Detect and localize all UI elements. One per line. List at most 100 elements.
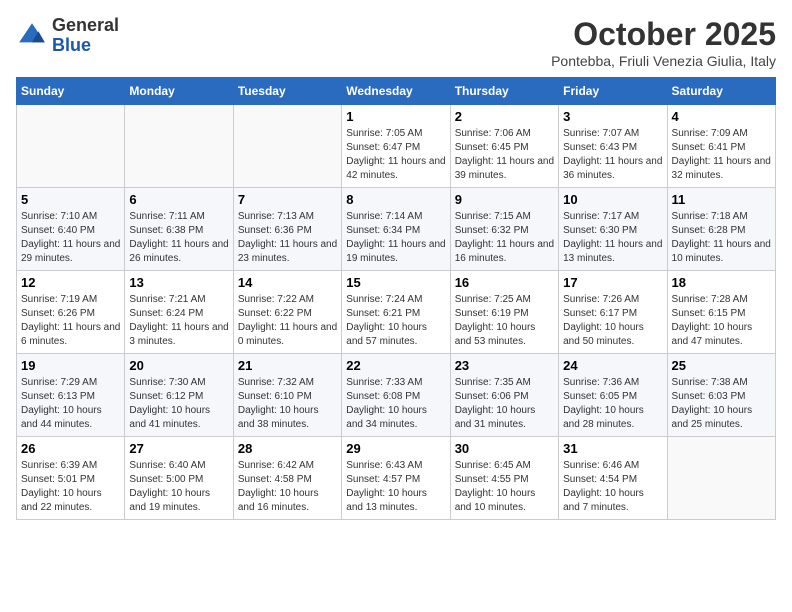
weekday-header-row: SundayMondayTuesdayWednesdayThursdayFrid…: [17, 78, 776, 105]
day-number: 28: [238, 441, 337, 456]
day-info: Sunrise: 7:30 AM Sunset: 6:12 PM Dayligh…: [129, 376, 228, 432]
calendar-week-row: 19 Sunrise: 7:29 AM Sunset: 6:13 PM Dayli…: [17, 354, 776, 437]
page-header: General Blue October 2025 Pontebba, Friu…: [16, 16, 776, 69]
day-info: Sunrise: 7:38 AM Sunset: 6:03 PM Dayligh…: [672, 376, 771, 432]
day-number: 14: [238, 275, 337, 290]
calendar-cell: 2 Sunrise: 7:06 AM Sunset: 6:45 PM Daylig…: [450, 105, 558, 188]
calendar-cell: 29 Sunrise: 6:43 AM Sunset: 4:57 PM Dayli…: [342, 437, 450, 520]
calendar-cell: 23 Sunrise: 7:35 AM Sunset: 6:06 PM Dayli…: [450, 354, 558, 437]
calendar-cell: 13 Sunrise: 7:21 AM Sunset: 6:24 PM Dayli…: [125, 271, 233, 354]
day-info: Sunrise: 6:39 AM Sunset: 5:01 PM Dayligh…: [21, 459, 120, 515]
calendar-cell: 16Sunrise: 7:25 AM Sunset: 6:19 PM Dayli…: [450, 271, 558, 354]
day-number: 17: [563, 275, 662, 290]
calendar-cell: 26 Sunrise: 6:39 AM Sunset: 5:01 PM Dayli…: [17, 437, 125, 520]
calendar-week-row: 1 Sunrise: 7:05 AM Sunset: 6:47 PM Daylig…: [17, 105, 776, 188]
day-info: Sunrise: 7:17 AM Sunset: 6:30 PM Dayligh…: [563, 210, 662, 266]
day-info: Sunrise: 7:21 AM Sunset: 6:24 PM Dayligh…: [129, 293, 228, 349]
calendar-cell: [17, 105, 125, 188]
weekday-header-wednesday: Wednesday: [342, 78, 450, 105]
day-number: 5: [21, 192, 120, 207]
weekday-header-thursday: Thursday: [450, 78, 558, 105]
logo-general: General: [52, 16, 119, 36]
calendar-cell: 17 Sunrise: 7:26 AM Sunset: 6:17 PM Dayli…: [559, 271, 667, 354]
calendar-cell: 24 Sunrise: 7:36 AM Sunset: 6:05 PM Dayli…: [559, 354, 667, 437]
day-number: 26: [21, 441, 120, 456]
day-info: Sunrise: 7:09 AM Sunset: 6:41 PM Dayligh…: [672, 127, 771, 183]
calendar-cell: 28 Sunrise: 6:42 AM Sunset: 4:58 PM Dayli…: [233, 437, 341, 520]
calendar-cell: 1 Sunrise: 7:05 AM Sunset: 6:47 PM Daylig…: [342, 105, 450, 188]
day-info: Sunrise: 7:28 AM Sunset: 6:15 PM Dayligh…: [672, 293, 771, 349]
calendar-cell: 19 Sunrise: 7:29 AM Sunset: 6:13 PM Dayli…: [17, 354, 125, 437]
logo-icon: [16, 20, 48, 52]
day-info: Sunrise: 7:15 AM Sunset: 6:32 PM Dayligh…: [455, 210, 554, 266]
title-block: October 2025 Pontebba, Friuli Venezia Gi…: [551, 16, 776, 69]
calendar-cell: 18 Sunrise: 7:28 AM Sunset: 6:15 PM Dayli…: [667, 271, 775, 354]
day-number: 9: [455, 192, 554, 207]
day-number: 19: [21, 358, 120, 373]
weekday-header-tuesday: Tuesday: [233, 78, 341, 105]
day-number: 1: [346, 109, 445, 124]
day-number: 21: [238, 358, 337, 373]
day-info: Sunrise: 7:19 AM Sunset: 6:26 PM Dayligh…: [21, 293, 120, 349]
calendar-cell: [233, 105, 341, 188]
day-number: 25: [672, 358, 771, 373]
calendar-cell: 8Sunrise: 7:14 AM Sunset: 6:34 PM Daylig…: [342, 188, 450, 271]
calendar-cell: 25 Sunrise: 7:38 AM Sunset: 6:03 PM Dayli…: [667, 354, 775, 437]
day-number: 2: [455, 109, 554, 124]
calendar-cell: 15Sunrise: 7:24 AM Sunset: 6:21 PM Dayli…: [342, 271, 450, 354]
day-number: 11: [672, 192, 771, 207]
day-number: 3: [563, 109, 662, 124]
day-info: Sunrise: 6:45 AM Sunset: 4:55 PM Dayligh…: [455, 459, 554, 515]
day-number: 18: [672, 275, 771, 290]
calendar-cell: 7Sunrise: 7:13 AM Sunset: 6:36 PM Daylig…: [233, 188, 341, 271]
day-number: 13: [129, 275, 228, 290]
day-number: 31: [563, 441, 662, 456]
day-number: 10: [563, 192, 662, 207]
weekday-header-monday: Monday: [125, 78, 233, 105]
day-number: 4: [672, 109, 771, 124]
calendar-cell: 12 Sunrise: 7:19 AM Sunset: 6:26 PM Dayli…: [17, 271, 125, 354]
month-title: October 2025: [551, 16, 776, 53]
day-info: Sunrise: 6:40 AM Sunset: 5:00 PM Dayligh…: [129, 459, 228, 515]
location: Pontebba, Friuli Venezia Giulia, Italy: [551, 53, 776, 69]
calendar-week-row: 5 Sunrise: 7:10 AM Sunset: 6:40 PM Daylig…: [17, 188, 776, 271]
day-info: Sunrise: 7:14 AM Sunset: 6:34 PM Dayligh…: [346, 210, 445, 266]
calendar-cell: 5 Sunrise: 7:10 AM Sunset: 6:40 PM Daylig…: [17, 188, 125, 271]
day-info: Sunrise: 7:32 AM Sunset: 6:10 PM Dayligh…: [238, 376, 337, 432]
weekday-header-friday: Friday: [559, 78, 667, 105]
day-info: Sunrise: 7:05 AM Sunset: 6:47 PM Dayligh…: [346, 127, 445, 183]
day-info: Sunrise: 6:42 AM Sunset: 4:58 PM Dayligh…: [238, 459, 337, 515]
calendar-cell: 14 Sunrise: 7:22 AM Sunset: 6:22 PM Dayli…: [233, 271, 341, 354]
day-info: Sunrise: 6:43 AM Sunset: 4:57 PM Dayligh…: [346, 459, 445, 515]
weekday-header-saturday: Saturday: [667, 78, 775, 105]
day-number: 23: [455, 358, 554, 373]
logo-blue: Blue: [52, 36, 119, 56]
day-number: 22: [346, 358, 445, 373]
day-number: 20: [129, 358, 228, 373]
day-info: Sunrise: 7:07 AM Sunset: 6:43 PM Dayligh…: [563, 127, 662, 183]
day-info: Sunrise: 7:10 AM Sunset: 6:40 PM Dayligh…: [21, 210, 120, 266]
day-info: Sunrise: 6:46 AM Sunset: 4:54 PM Dayligh…: [563, 459, 662, 515]
day-info: Sunrise: 7:35 AM Sunset: 6:06 PM Dayligh…: [455, 376, 554, 432]
day-number: 24: [563, 358, 662, 373]
day-number: 12: [21, 275, 120, 290]
calendar-week-row: 12 Sunrise: 7:19 AM Sunset: 6:26 PM Dayli…: [17, 271, 776, 354]
day-info: Sunrise: 7:26 AM Sunset: 6:17 PM Dayligh…: [563, 293, 662, 349]
calendar-cell: 3 Sunrise: 7:07 AM Sunset: 6:43 PM Daylig…: [559, 105, 667, 188]
calendar-cell: [667, 437, 775, 520]
day-info: Sunrise: 7:22 AM Sunset: 6:22 PM Dayligh…: [238, 293, 337, 349]
calendar-cell: 21 Sunrise: 7:32 AM Sunset: 6:10 PM Dayli…: [233, 354, 341, 437]
day-number: 30: [455, 441, 554, 456]
calendar-cell: 27Sunrise: 6:40 AM Sunset: 5:00 PM Dayli…: [125, 437, 233, 520]
calendar-table: SundayMondayTuesdayWednesdayThursdayFrid…: [16, 77, 776, 520]
calendar-cell: 30 Sunrise: 6:45 AM Sunset: 4:55 PM Dayli…: [450, 437, 558, 520]
day-info: Sunrise: 7:06 AM Sunset: 6:45 PM Dayligh…: [455, 127, 554, 183]
day-info: Sunrise: 7:11 AM Sunset: 6:38 PM Dayligh…: [129, 210, 228, 266]
day-info: Sunrise: 7:33 AM Sunset: 6:08 PM Dayligh…: [346, 376, 445, 432]
day-number: 16: [455, 275, 554, 290]
logo-text: General Blue: [52, 16, 119, 56]
day-info: Sunrise: 7:29 AM Sunset: 6:13 PM Dayligh…: [21, 376, 120, 432]
weekday-header-sunday: Sunday: [17, 78, 125, 105]
day-number: 29: [346, 441, 445, 456]
day-info: Sunrise: 7:36 AM Sunset: 6:05 PM Dayligh…: [563, 376, 662, 432]
